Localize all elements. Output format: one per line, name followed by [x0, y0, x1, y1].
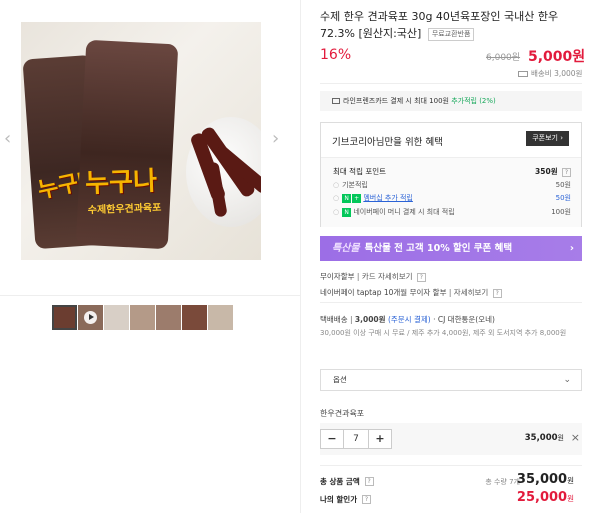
quantity-stepper: − 7 +: [320, 429, 392, 449]
naverpay-installment-text: 네이버페이 taptap 10개월 무이자 할부: [320, 288, 447, 297]
naverpay-icon: N: [342, 207, 352, 217]
help-icon[interactable]: ?: [562, 167, 571, 177]
next-image-arrow-icon[interactable]: ›: [272, 128, 279, 149]
thumbnail-5[interactable]: [156, 305, 181, 330]
total-amount: 35,000원: [516, 472, 574, 487]
card-details-link[interactable]: 카드 자세히보기: [362, 272, 413, 281]
naverpay-points-value: 100원: [551, 208, 571, 216]
promo-coupon-banner[interactable]: 특산물 특산물 전 고객 10% 할인 쿠폰 혜택 ›: [320, 236, 582, 261]
discount-rate: 16%: [320, 47, 352, 63]
chevron-down-icon: ⌄: [563, 375, 571, 385]
help-icon[interactable]: ?: [364, 477, 374, 486]
quantity-input[interactable]: 7: [343, 430, 369, 448]
discount-label: 나의 할인가: [320, 495, 358, 504]
delivery-note: 30,000원 이상 구매 시 무료 / 제주 추가 4,000원, 제주 외 …: [320, 329, 567, 337]
help-icon[interactable]: ?: [416, 272, 426, 282]
naverpay-points-label: 네이버페이 머니 결제 시 최대 적립: [353, 208, 455, 216]
free-exchange-badge: 무료교환반품: [427, 27, 475, 41]
option-price-amount: 35,000: [524, 433, 558, 443]
bullet-icon: ○: [333, 181, 340, 189]
total-count: 총 수량 7개: [485, 478, 520, 486]
selected-option-box: − 7 + 35,000원 ×: [320, 423, 582, 455]
delivery-row: 택배배송 | 3,000원 (주문시 결제) · CJ 대한통운(오네): [320, 315, 495, 324]
divider: [320, 83, 582, 84]
decrease-quantity-button[interactable]: −: [321, 430, 343, 448]
thumbnail-4[interactable]: [130, 305, 155, 330]
coupon-button-label: 쿠폰보기: [532, 134, 558, 142]
interest-free-label: 무이자할부: [320, 272, 355, 281]
original-price: 6,000원: [486, 53, 521, 63]
card-benefit-banner[interactable]: 라인프렌즈카드 결제 시 최대 100원 추가적립 (2%): [320, 91, 582, 111]
naverpay-points-row: ○ N 네이버페이 머니 결제 시 최대 적립 100원: [333, 207, 571, 217]
gallery-divider: [0, 295, 300, 296]
total-amount-row: 총 상품 금액 ? 총 수량 7개 35,000원: [320, 472, 582, 487]
package-brand-text: 누구나: [84, 166, 158, 199]
base-points-row: ○ 기본적립 50원: [333, 180, 571, 190]
promo-text: 특산물 전 고객 10% 할인 쿠폰 혜택: [364, 243, 513, 254]
promo-logo: 특산물: [332, 243, 360, 254]
option-select-placeholder: 옵션: [333, 375, 347, 384]
max-points-label: 최대 적립 포인트: [333, 167, 387, 176]
thumbnail-6[interactable]: [182, 305, 207, 330]
shipping-fee-text: 배송비 3,000원: [531, 69, 583, 78]
divider: [320, 302, 582, 303]
points-breakdown: 최대 적립 포인트 350원 ? ○ 기본적립 50원 ○ N + 멤버십 추가 적립…: [321, 157, 581, 227]
membership-points-link[interactable]: 멤버십 추가 적립: [363, 194, 413, 202]
credit-card-icon: [332, 98, 340, 104]
card-banner-text: 라인프렌즈카드 결제 시 최대 100원: [343, 97, 452, 105]
card-banner-highlight: 추가적립 (2%): [451, 97, 496, 105]
naver-n-icon: N: [342, 193, 352, 203]
remove-option-icon[interactable]: ×: [571, 431, 580, 444]
member-benefit-box: 기브코리아님만을 위한 혜택 쿠폰보기 › 최대 적립 포인트 350원 ? ○…: [320, 122, 582, 227]
product-gallery: 누구나 누구나 수제한우견과육포 ‹ ›: [0, 0, 300, 513]
bullet-icon: ○: [333, 208, 340, 216]
details-link[interactable]: 자세히보기: [454, 288, 489, 297]
membership-points-row: ○ N + 멤버십 추가 적립 50원: [333, 193, 571, 203]
total-label: 총 상품 금액: [320, 477, 360, 486]
option-select[interactable]: 옵션 ⌄: [320, 369, 582, 391]
thumbnail-strip: [52, 305, 233, 330]
package-sub-text: 수제한우견과육포: [87, 202, 162, 217]
prev-image-arrow-icon[interactable]: ‹: [4, 128, 11, 149]
increase-quantity-button[interactable]: +: [369, 430, 391, 448]
delivery-carrier: · CJ 대한통운(오네): [433, 315, 495, 324]
jerky-package-front: 누구나 수제한우견과육포: [75, 39, 179, 250]
plus-icon: +: [352, 193, 362, 203]
thumbnail-7[interactable]: [208, 305, 233, 330]
view-coupon-button[interactable]: 쿠폰보기 ›: [526, 131, 569, 146]
chevron-right-icon: ›: [569, 243, 574, 254]
panel-divider: [300, 0, 301, 513]
base-points-value: 50원: [555, 181, 571, 189]
membership-points-value: 50원: [555, 194, 571, 202]
base-points-label: 기본적립: [342, 181, 368, 189]
option-price: 35,000원: [525, 433, 564, 443]
delivery-method: 택배배송: [320, 315, 348, 324]
selected-option-name: 한우견과육포: [320, 409, 365, 418]
thumbnail-video[interactable]: [78, 305, 103, 330]
bullet-icon: ○: [333, 194, 340, 202]
divider: [320, 465, 582, 466]
sale-price: 5,000원: [528, 49, 586, 65]
help-icon[interactable]: ?: [362, 495, 371, 504]
discount-amount-row: 나의 할인가 ? 25,000원: [320, 490, 582, 505]
naverpay-installment-row: 네이버페이 taptap 10개월 무이자 할부 | 자세히보기 ?: [320, 287, 502, 298]
shipping-fee: 배송비 3,000원: [518, 68, 582, 79]
max-points-value: 350원 ?: [535, 166, 571, 177]
price-unit: 원: [557, 434, 564, 442]
benefit-title: 기브코리아님만을 위한 혜택: [332, 137, 443, 148]
delivery-fee: 3,000원: [354, 315, 386, 324]
max-points-row: 최대 적립 포인트 350원 ?: [333, 166, 571, 177]
chevron-right-icon: ›: [560, 134, 563, 142]
product-main-image[interactable]: 누구나 누구나 수제한우견과육포: [21, 22, 261, 260]
thumbnail-3[interactable]: [104, 305, 129, 330]
truck-icon: [518, 71, 528, 77]
play-icon: [84, 311, 97, 324]
product-title: 수제 한우 견과육포 30g 40년육포장인 국내산 한우 72.3% [원산지…: [320, 8, 582, 42]
help-icon[interactable]: ?: [492, 288, 502, 298]
delivery-fee-note: (주문시 결제): [387, 315, 431, 324]
thumbnail-1[interactable]: [52, 305, 77, 330]
discount-amount: 25,000원: [516, 490, 574, 505]
interest-free-row: 무이자할부 | 카드 자세히보기 ?: [320, 271, 426, 282]
